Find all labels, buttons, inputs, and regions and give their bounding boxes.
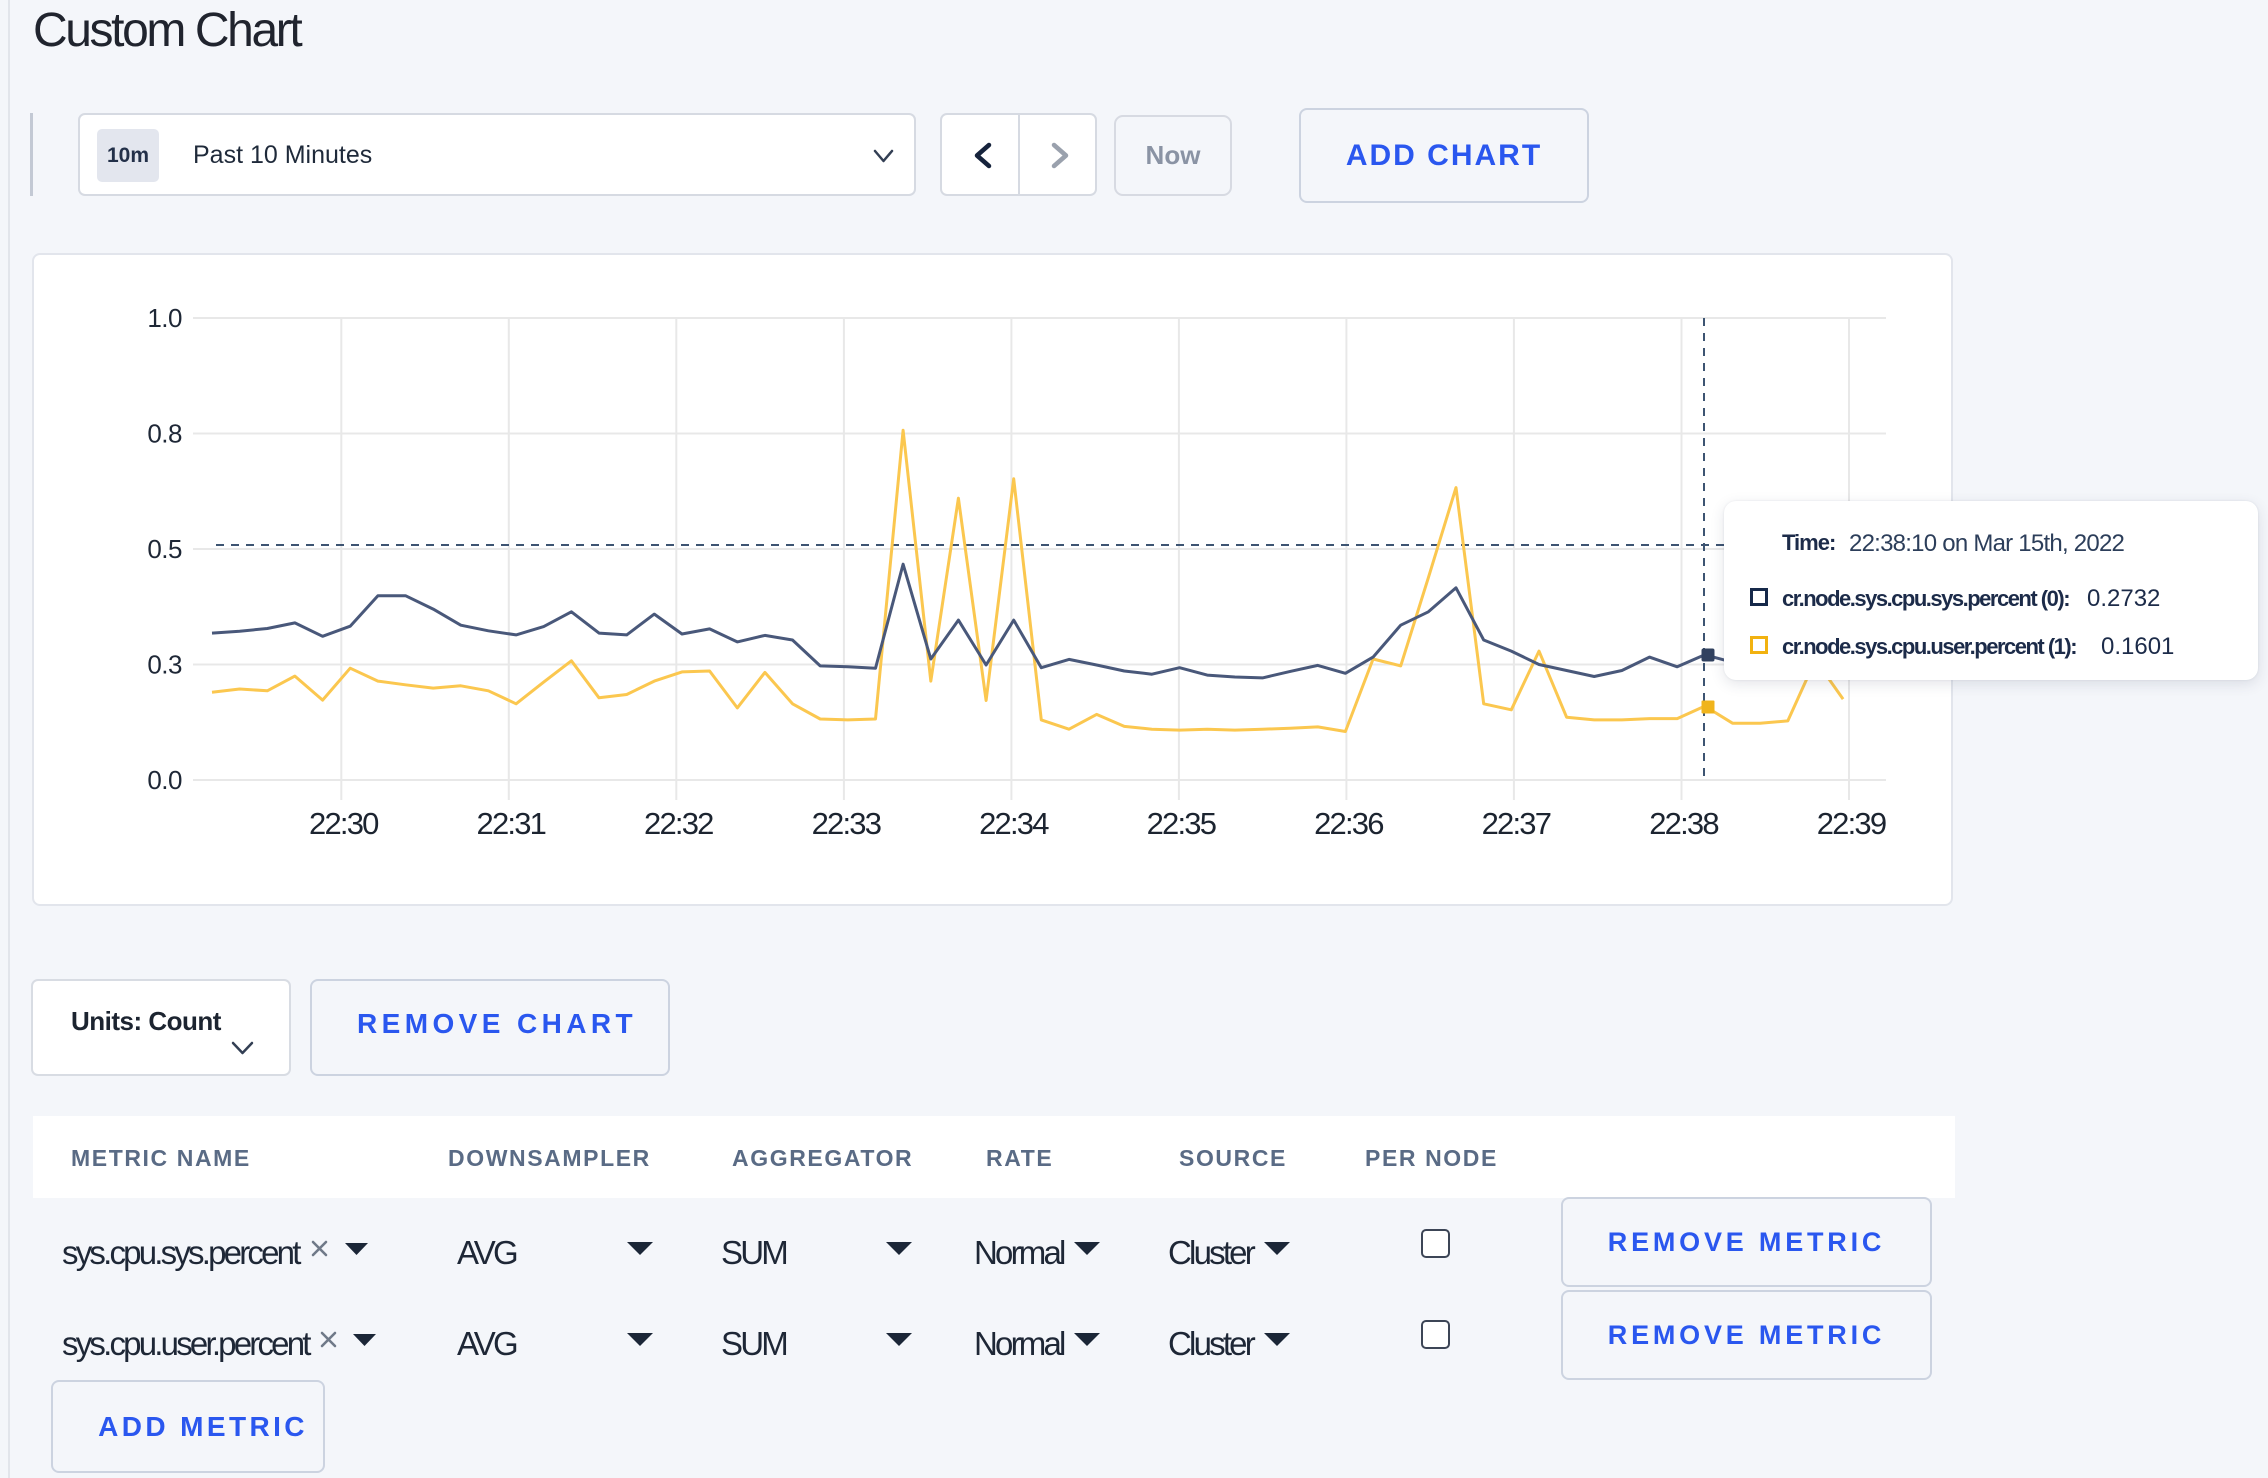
svg-text:22:30: 22:30 [309,806,379,841]
svg-text:22:35: 22:35 [1147,806,1216,841]
svg-text:22:31: 22:31 [477,806,546,841]
svg-text:0.8: 0.8 [147,419,182,449]
svg-text:22:36: 22:36 [1314,806,1383,841]
svg-text:22:38: 22:38 [1649,806,1718,841]
svg-text:22:39: 22:39 [1817,806,1886,841]
svg-text:0.5: 0.5 [147,534,182,564]
svg-text:1.0: 1.0 [147,303,182,333]
svg-text:22:34: 22:34 [979,806,1049,841]
svg-text:0.0: 0.0 [147,765,182,795]
svg-text:22:37: 22:37 [1482,806,1551,841]
svg-text:0.3: 0.3 [147,650,182,680]
svg-text:22:33: 22:33 [812,806,881,841]
svg-text:22:32: 22:32 [644,806,713,841]
